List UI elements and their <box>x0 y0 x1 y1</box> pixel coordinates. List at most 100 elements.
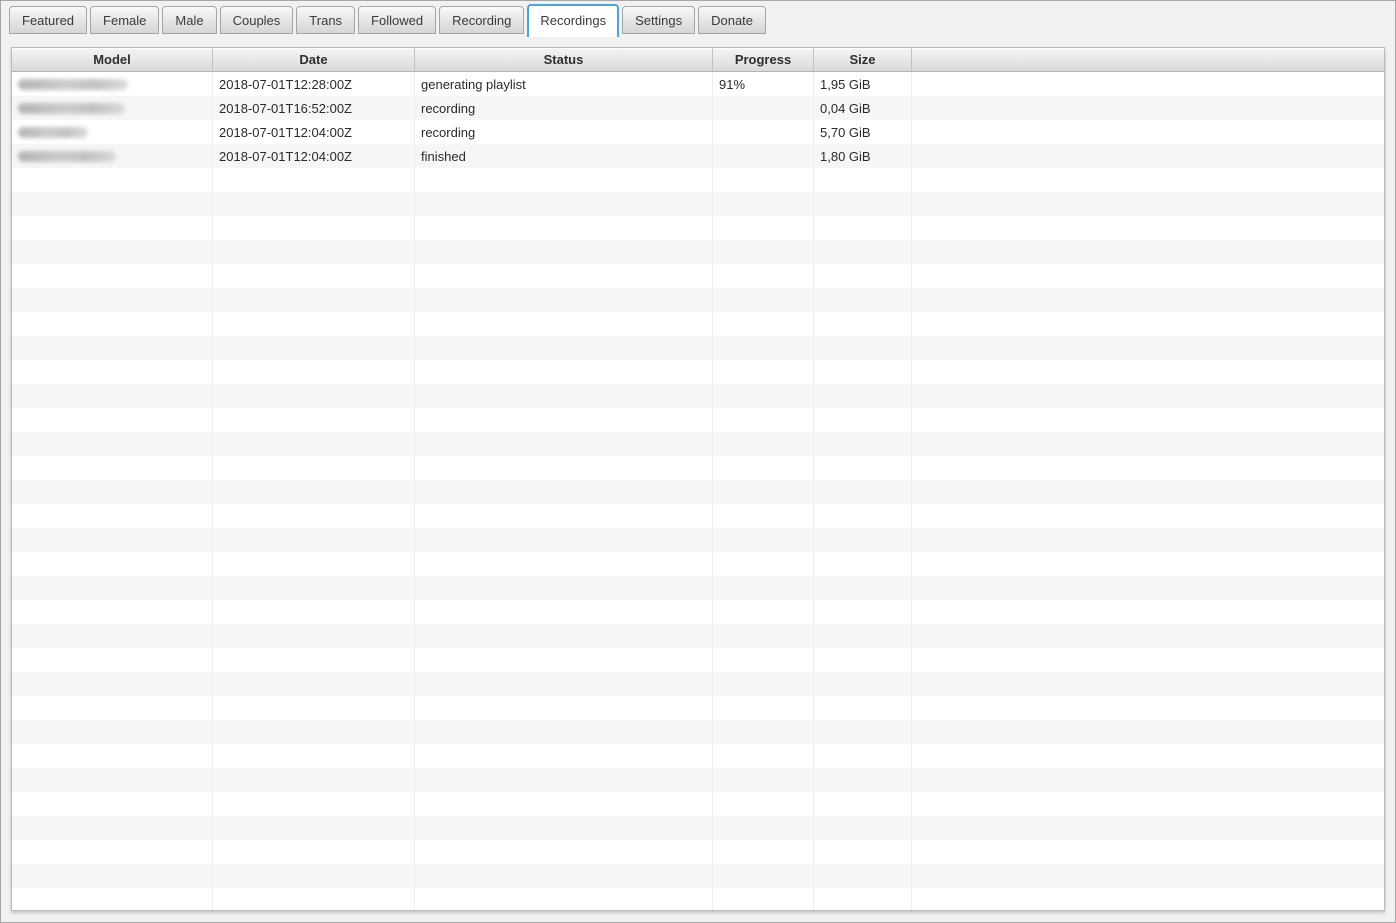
tab-followed[interactable]: Followed <box>358 6 436 34</box>
table-row-empty[interactable] <box>12 768 1384 792</box>
tab-recording[interactable]: Recording <box>439 6 524 34</box>
table-row-empty[interactable] <box>12 432 1384 456</box>
cell-progress <box>713 168 814 192</box>
cell-status: recording <box>415 96 713 120</box>
tab-female[interactable]: Female <box>90 6 159 34</box>
tab-recordings[interactable]: Recordings <box>527 4 619 37</box>
cell-date <box>213 840 415 864</box>
cell-date <box>213 264 415 288</box>
table-row-empty[interactable] <box>12 168 1384 192</box>
cell-filler <box>912 120 1384 144</box>
redacted-model-name <box>18 79 128 90</box>
cell-size <box>814 576 912 600</box>
cell-model <box>12 456 213 480</box>
cell-date <box>213 288 415 312</box>
cell-filler <box>912 240 1384 264</box>
cell-filler <box>912 600 1384 624</box>
cell-size <box>814 672 912 696</box>
table-row-empty[interactable] <box>12 672 1384 696</box>
tab-trans[interactable]: Trans <box>296 6 355 34</box>
cell-date <box>213 648 415 672</box>
cell-model <box>12 840 213 864</box>
cell-model <box>12 120 213 144</box>
recordings-table: ModelDateStatusProgressSize 2018-07-01T1… <box>11 47 1385 911</box>
table-row-empty[interactable] <box>12 552 1384 576</box>
cell-model <box>12 624 213 648</box>
cell-date: 2018-07-01T16:52:00Z <box>213 96 415 120</box>
column-header-progress[interactable]: Progress <box>713 48 814 72</box>
table-row-empty[interactable] <box>12 480 1384 504</box>
column-header-model[interactable]: Model <box>12 48 213 72</box>
table-row-empty[interactable] <box>12 840 1384 864</box>
table-row[interactable]: 2018-07-01T12:04:00Zrecording5,70 GiB <box>12 120 1384 144</box>
table-row-empty[interactable] <box>12 360 1384 384</box>
cell-date <box>213 384 415 408</box>
table-row-empty[interactable] <box>12 240 1384 264</box>
table-row-empty[interactable] <box>12 312 1384 336</box>
cell-status <box>415 312 713 336</box>
tab-settings[interactable]: Settings <box>622 6 695 34</box>
table-row-empty[interactable] <box>12 816 1384 840</box>
column-header-status[interactable]: Status <box>415 48 713 72</box>
table-row-empty[interactable] <box>12 456 1384 480</box>
cell-model <box>12 96 213 120</box>
cell-size <box>814 696 912 720</box>
table-row-empty[interactable] <box>12 888 1384 911</box>
table-row-empty[interactable] <box>12 216 1384 240</box>
cell-filler <box>912 792 1384 816</box>
cell-date <box>213 456 415 480</box>
table-row-empty[interactable] <box>12 288 1384 312</box>
tab-couples[interactable]: Couples <box>220 6 294 34</box>
table-row[interactable]: 2018-07-01T12:04:00Zfinished1,80 GiB <box>12 144 1384 168</box>
cell-date <box>213 792 415 816</box>
cell-filler <box>912 72 1384 96</box>
cell-model <box>12 672 213 696</box>
table-row-empty[interactable] <box>12 192 1384 216</box>
table-row-empty[interactable] <box>12 864 1384 888</box>
table-row-empty[interactable] <box>12 408 1384 432</box>
table-row-empty[interactable] <box>12 336 1384 360</box>
table-row-empty[interactable] <box>12 528 1384 552</box>
table-row-empty[interactable] <box>12 792 1384 816</box>
column-header-date[interactable]: Date <box>213 48 415 72</box>
table-row-empty[interactable] <box>12 600 1384 624</box>
column-header-size[interactable]: Size <box>814 48 912 72</box>
cell-status <box>415 576 713 600</box>
table-row-empty[interactable] <box>12 696 1384 720</box>
cell-progress <box>713 888 814 911</box>
table-row-empty[interactable] <box>12 264 1384 288</box>
cell-status <box>415 648 713 672</box>
cell-date <box>213 720 415 744</box>
cell-date <box>213 408 415 432</box>
table-row-empty[interactable] <box>12 504 1384 528</box>
cell-filler <box>912 816 1384 840</box>
cell-size <box>814 552 912 576</box>
cell-size <box>814 528 912 552</box>
table-row-empty[interactable] <box>12 744 1384 768</box>
cell-status <box>415 528 713 552</box>
cell-filler <box>912 648 1384 672</box>
tab-male[interactable]: Male <box>162 6 216 34</box>
cell-progress <box>713 864 814 888</box>
tab-featured[interactable]: Featured <box>9 6 87 34</box>
cell-status <box>415 216 713 240</box>
table-row-empty[interactable] <box>12 576 1384 600</box>
column-header-filler[interactable] <box>912 48 1384 72</box>
cell-filler <box>912 552 1384 576</box>
cell-status <box>415 288 713 312</box>
tab-donate[interactable]: Donate <box>698 6 766 34</box>
table-row-empty[interactable] <box>12 720 1384 744</box>
cell-model <box>12 552 213 576</box>
table-row[interactable]: 2018-07-01T12:28:00Zgenerating playlist9… <box>12 72 1384 96</box>
cell-status <box>415 456 713 480</box>
table-header-row: ModelDateStatusProgressSize <box>12 48 1384 72</box>
cell-date <box>213 816 415 840</box>
cell-progress <box>713 768 814 792</box>
cell-model <box>12 816 213 840</box>
table-row-empty[interactable] <box>12 624 1384 648</box>
table-row[interactable]: 2018-07-01T16:52:00Zrecording0,04 GiB <box>12 96 1384 120</box>
cell-progress <box>713 576 814 600</box>
table-row-empty[interactable] <box>12 384 1384 408</box>
table-row-empty[interactable] <box>12 648 1384 672</box>
cell-status <box>415 600 713 624</box>
